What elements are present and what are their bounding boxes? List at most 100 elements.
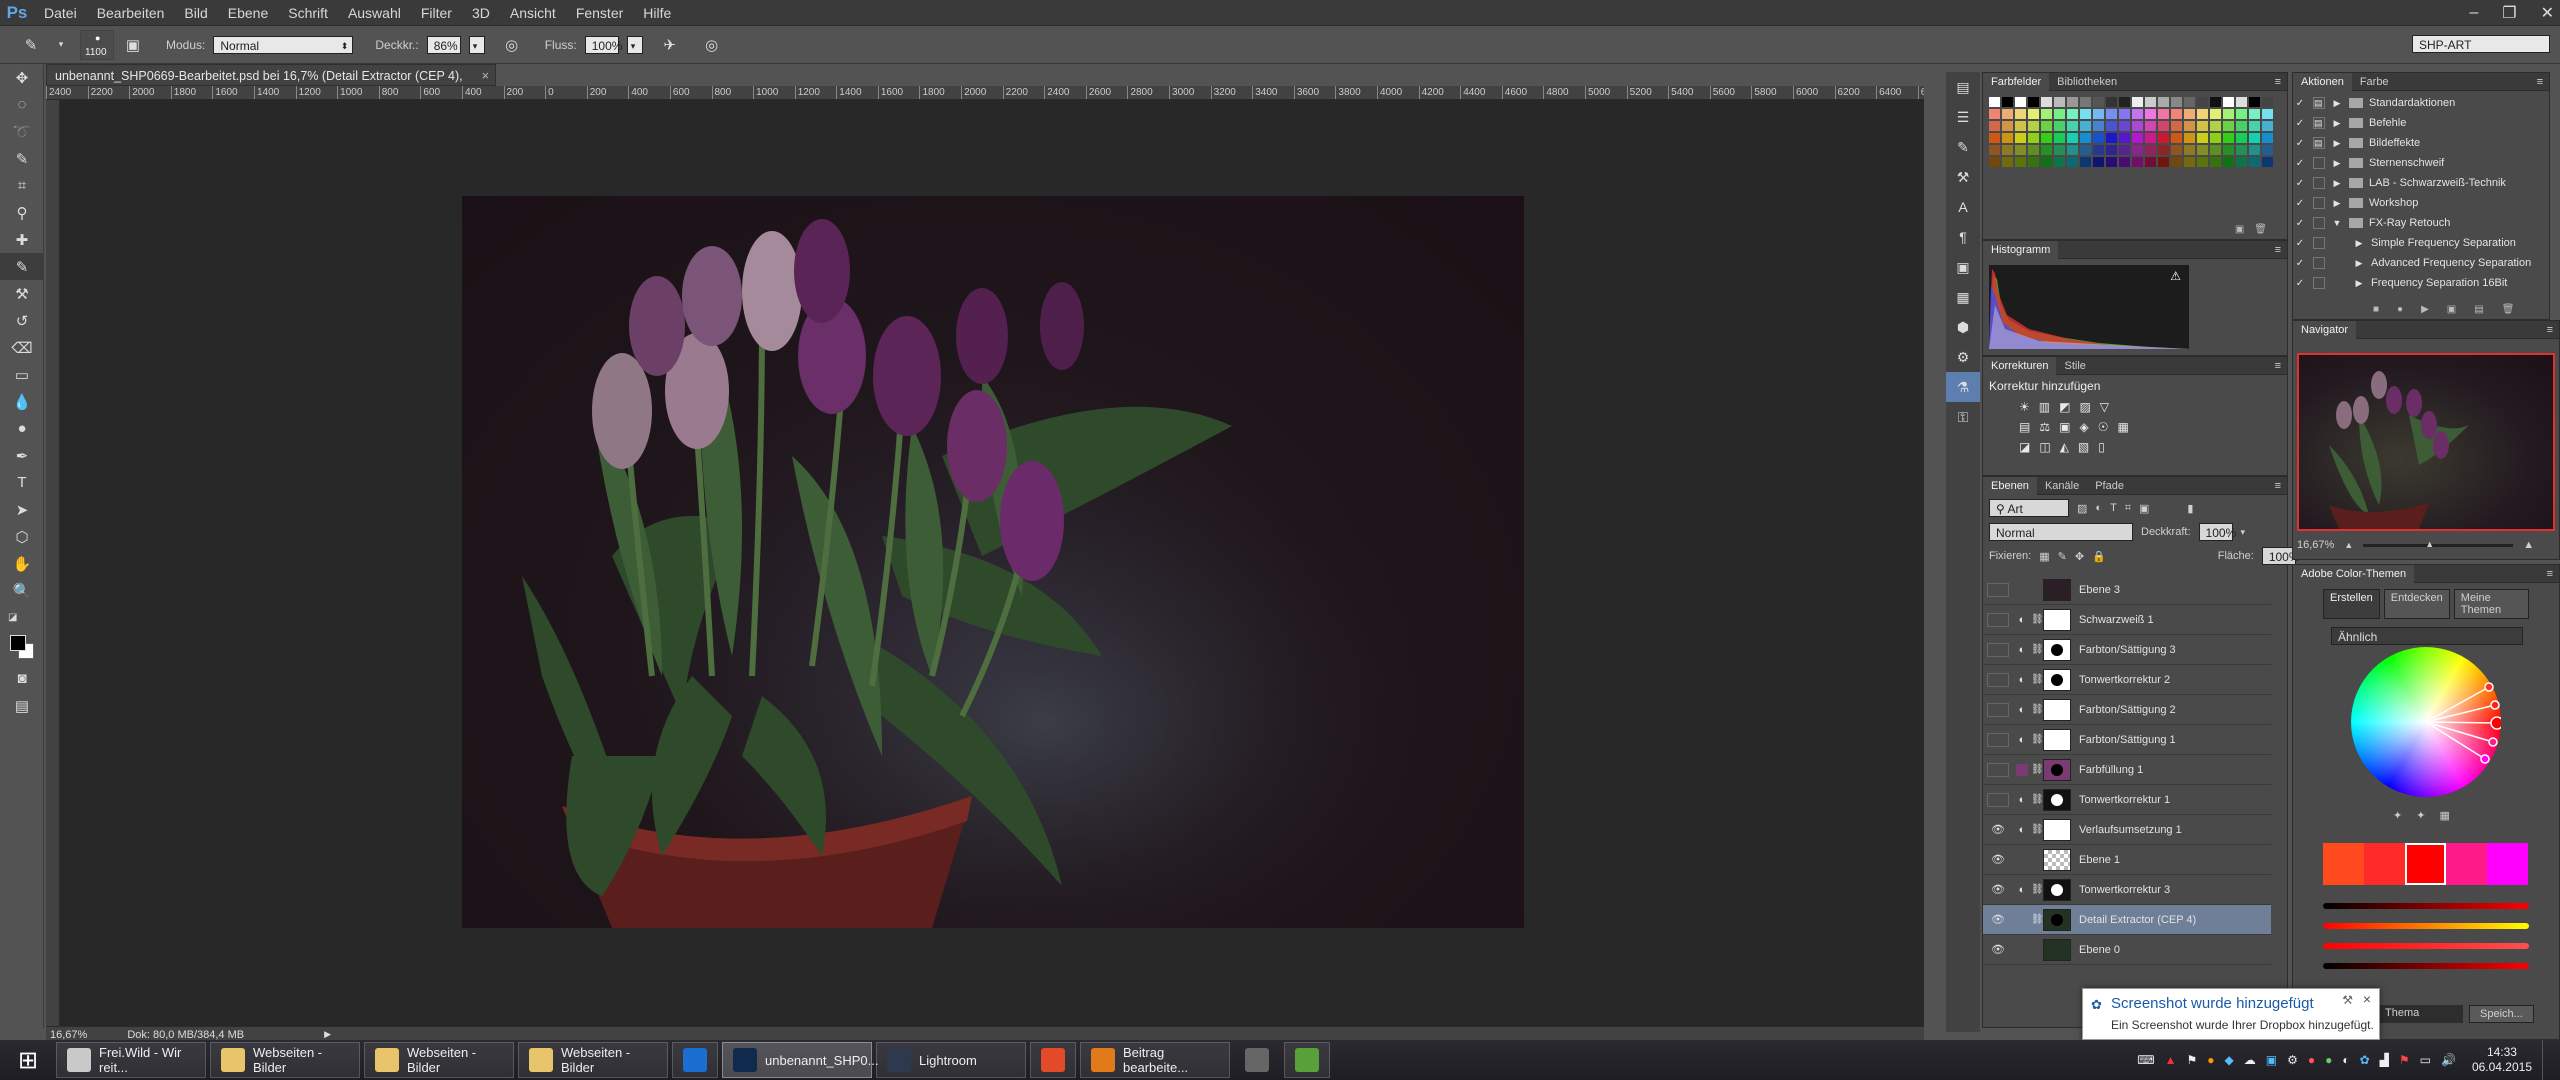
layer-row[interactable]: ◐ ⛓ Farbton/Sättigung 2 (1983, 695, 2271, 725)
dropbox-tray-icon[interactable]: ✿ (2360, 1053, 2370, 1067)
menu-fenster[interactable]: Fenster (566, 0, 633, 26)
visibility-eye-icon[interactable]: 👁 (1987, 853, 2009, 867)
layer-thumbnail[interactable] (2043, 878, 2071, 901)
swatch[interactable] (2119, 121, 2130, 131)
layer-opacity-field[interactable]: 100% (2198, 523, 2236, 541)
adjustment-icon[interactable]: ◭ (2060, 440, 2069, 454)
link-icon[interactable]: ⛓ (2031, 794, 2044, 805)
swatch[interactable] (2262, 145, 2273, 155)
move-tool-icon[interactable]: ✥ (0, 64, 44, 91)
color-swatches[interactable] (0, 631, 44, 665)
layer-row[interactable]: ◐ ⛓ Farbton/Sättigung 3 (1983, 635, 2271, 665)
swatch[interactable] (2132, 121, 2143, 131)
theme-color-swatch[interactable] (2323, 843, 2364, 885)
dodge-tool-icon[interactable]: ● (0, 415, 44, 442)
path-selection-tool-icon[interactable]: ➤ (0, 496, 44, 523)
action-check-icon[interactable]: ✓ (2293, 238, 2307, 249)
swatch[interactable] (2236, 145, 2247, 155)
action-item[interactable]: ✓ ▤ ▶ Standardaktionen (2293, 93, 2549, 113)
layer-name[interactable]: Ebene 3 (2079, 584, 2120, 596)
extension-panel-icon[interactable]: ⚗ (1946, 372, 1980, 402)
panel-menu-icon[interactable]: ≡ (2275, 76, 2287, 88)
layer-thumbnail[interactable] (2043, 758, 2071, 781)
mode-select[interactable]: Normal ⬍ (213, 35, 354, 54)
action-check-icon[interactable]: ✓ (2293, 118, 2307, 129)
swatch[interactable] (2184, 133, 2195, 143)
layer-comps-icon[interactable]: ▣ (1946, 252, 1980, 282)
layer-row[interactable]: ◐ ⛓ Tonwertkorrektur 2 (1983, 665, 2271, 695)
menu-3d[interactable]: 3D (462, 0, 500, 26)
flow-field[interactable]: 100% (584, 35, 622, 54)
action-dialog-toggle[interactable] (2313, 197, 2325, 209)
lock-all-icon[interactable]: 🔒 (2092, 550, 2106, 563)
timeline-icon[interactable]: ⚙ (1946, 342, 1980, 372)
restore-button[interactable]: ❐ (2502, 3, 2516, 23)
action-check-icon[interactable]: ✓ (2293, 138, 2307, 149)
adjustment-icon[interactable]: ▨ (2079, 400, 2090, 414)
quick-selection-tool-icon[interactable]: ✎ (0, 145, 44, 172)
navigator-zoom-value[interactable]: 16,67% (2297, 539, 2334, 551)
chevron-down-icon[interactable]: ▾ (50, 34, 72, 56)
properties-panel-icon[interactable]: ☰ (1946, 102, 1980, 132)
action-footer-icon[interactable]: 🗑 (2502, 304, 2515, 315)
swatch[interactable] (2249, 157, 2260, 167)
taskbar-button[interactable] (1030, 1042, 1076, 1078)
adjustment-icon[interactable]: ◪ (2019, 440, 2030, 454)
menu-hilfe[interactable]: Hilfe (633, 0, 681, 26)
shape-tool-icon[interactable]: ⬡ (0, 523, 44, 550)
menu-bild[interactable]: Bild (174, 0, 217, 26)
lock-position-icon[interactable]: ✥ (2075, 550, 2084, 563)
theme-color-swatch[interactable] (2487, 843, 2528, 885)
swatch[interactable] (2002, 109, 2013, 119)
taskbar-button[interactable]: Lightroom (876, 1042, 1026, 1078)
layer-thumbnail[interactable] (2043, 668, 2071, 691)
swatch[interactable] (2262, 109, 2273, 119)
swatch[interactable] (2171, 157, 2182, 167)
action-dialog-toggle[interactable] (2313, 277, 2325, 289)
close-icon[interactable]: × (482, 65, 489, 87)
layer-thumbnail[interactable] (2043, 608, 2071, 631)
taskbar-button[interactable]: unbenannt_SHP0... (722, 1042, 878, 1078)
swatch[interactable] (2197, 109, 2208, 119)
swatch[interactable] (2132, 97, 2143, 107)
menu-auswahl[interactable]: Auswahl (338, 0, 411, 26)
layer-thumbnail[interactable] (2043, 698, 2071, 721)
taskbar-button[interactable] (1234, 1042, 1280, 1078)
crop-tool-icon[interactable]: ⌗ (0, 172, 44, 199)
tab-navigator[interactable]: Navigator (2293, 320, 2357, 339)
swatch[interactable] (2184, 97, 2195, 107)
color-mode-icon[interactable]: ▦ (2439, 809, 2449, 822)
workspace-select[interactable]: SHP-ART (2412, 35, 2550, 53)
menu-datei[interactable]: Datei (34, 0, 87, 26)
action-dialog-toggle[interactable] (2313, 237, 2325, 249)
taskbar-button[interactable]: Webseiten - Bilder (518, 1042, 668, 1078)
layer-row[interactable]: ◐ ⛓ Tonwertkorrektur 1 (1983, 785, 2271, 815)
swatch[interactable] (1989, 157, 2000, 167)
visibility-eye-icon[interactable] (1987, 762, 2009, 777)
create-button[interactable]: Erstellen (2323, 589, 2380, 619)
swatch[interactable] (2145, 145, 2156, 155)
swatch[interactable] (2067, 121, 2078, 131)
action-dialog-toggle[interactable] (2313, 257, 2325, 269)
menu-ebene[interactable]: Ebene (218, 0, 278, 26)
layer-name[interactable]: Schwarzweiß 1 (2079, 614, 2154, 626)
swatch[interactable] (2210, 109, 2221, 119)
theme-color-swatch[interactable] (2405, 843, 2446, 885)
zoom-in-icon[interactable]: ▲ (2523, 539, 2534, 551)
tab-channels[interactable]: Kanäle (2037, 477, 2087, 495)
swatch[interactable] (2223, 121, 2234, 131)
navigator-zoom-slider[interactable]: ▲ (2363, 539, 2514, 549)
swatch[interactable] (2262, 157, 2273, 167)
swatch[interactable] (2223, 133, 2234, 143)
layer-name[interactable]: Tonwertkorrektur 1 (2079, 794, 2170, 806)
theme-name-label[interactable]: Thema (2373, 1005, 2463, 1023)
trash-icon[interactable]: 🗑 (2254, 224, 2267, 235)
action-check-icon[interactable]: ✓ (2293, 218, 2307, 229)
action-check-icon[interactable]: ✓ (2293, 178, 2307, 189)
swatch[interactable] (2158, 133, 2169, 143)
save-theme-button[interactable]: Speich... (2469, 1005, 2534, 1023)
layer-thumbnail[interactable] (2043, 848, 2071, 871)
show-desktop-button[interactable] (2542, 1040, 2552, 1080)
keyboard-icon[interactable]: ⌨ (2137, 1053, 2154, 1067)
visibility-eye-icon[interactable] (1987, 702, 2009, 717)
